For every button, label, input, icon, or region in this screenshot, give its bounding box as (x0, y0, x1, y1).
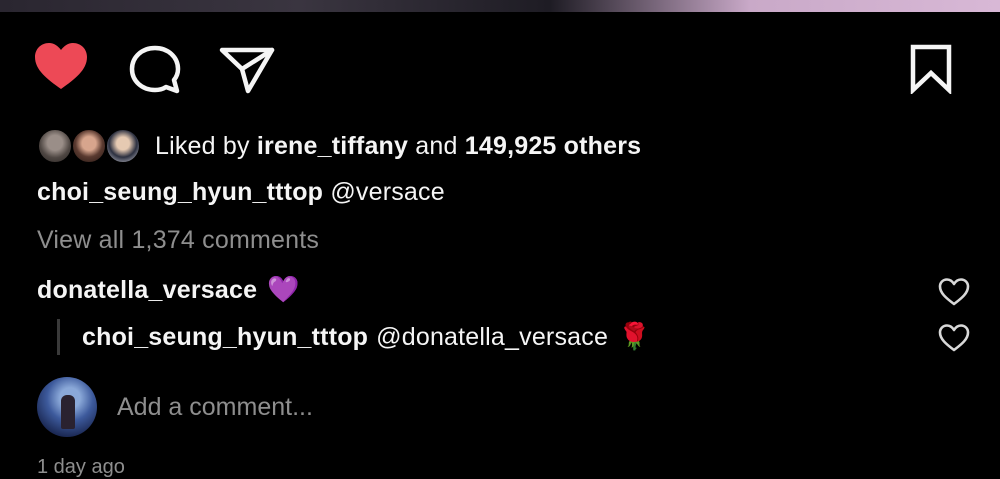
post-caption: choi_seung_hyun_tttop @versace (37, 178, 445, 214)
caption-username-link[interactable]: choi_seung_hyun_tttop (37, 178, 323, 206)
reply-mention-link[interactable]: @donatella_versace (376, 323, 608, 352)
comment-button[interactable] (128, 44, 182, 94)
speech-bubble-icon (129, 45, 181, 94)
like-button[interactable] (33, 42, 89, 92)
purple-heart-emoji: 💜 (267, 275, 300, 305)
paper-plane-icon (219, 47, 275, 94)
post-media-bottom-edge[interactable] (0, 0, 1000, 12)
heart-outline-icon (938, 324, 970, 352)
bookmark-icon (910, 44, 952, 96)
add-comment-input[interactable] (117, 392, 717, 422)
avatar[interactable] (71, 128, 107, 164)
likes-prefix: Liked by (155, 131, 250, 160)
comment-username-link[interactable]: donatella_versace (37, 276, 257, 305)
avatar[interactable] (105, 128, 141, 164)
share-button[interactable] (218, 44, 276, 94)
comment-item: donatella_versace 💜 (37, 272, 300, 308)
reply-thread-line (57, 319, 60, 355)
add-comment-row (37, 376, 717, 438)
save-button[interactable] (908, 44, 954, 96)
likes-summary[interactable]: Liked by irene_tiffany and 149,925 other… (37, 124, 641, 168)
liker-avatars[interactable] (37, 124, 143, 168)
reply-username-link[interactable]: choi_seung_hyun_tttop (82, 323, 368, 352)
avatar (37, 377, 97, 437)
rose-emoji: 🌹 (618, 322, 651, 352)
reply-like-button[interactable] (938, 324, 970, 352)
likes-connector: and (415, 131, 458, 160)
avatar[interactable] (37, 128, 73, 164)
likes-others-link[interactable]: 149,925 others (465, 132, 642, 160)
caption-mention-link[interactable]: @versace (330, 178, 445, 206)
liker-username-link[interactable]: irene_tiffany (257, 132, 408, 160)
post-timestamp: 1 day ago (37, 456, 125, 478)
view-all-comments-link[interactable]: View all 1,374 comments (37, 226, 319, 260)
heart-filled-icon (35, 43, 87, 89)
post-action-bar (0, 40, 1000, 96)
reply-item: choi_seung_hyun_tttop @donatella_versace… (57, 318, 651, 356)
comment-like-button[interactable] (938, 278, 970, 306)
heart-outline-icon (938, 278, 970, 306)
